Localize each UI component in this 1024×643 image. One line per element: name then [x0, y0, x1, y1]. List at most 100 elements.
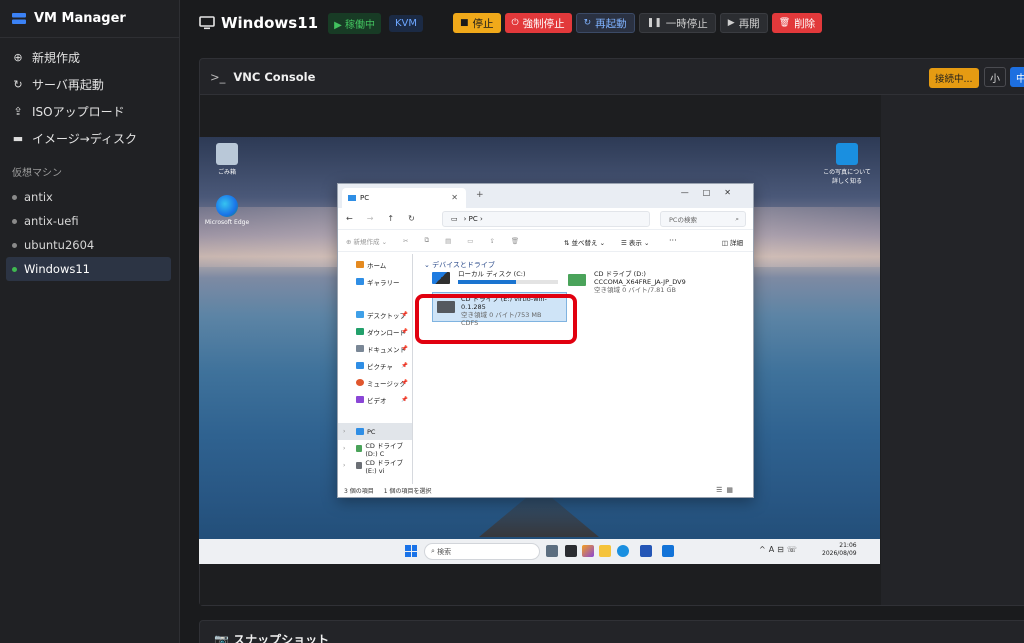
pause-icon: ❚❚ [646, 18, 662, 28]
explorer-tab-pc[interactable]: PC ✕ [342, 188, 466, 208]
desktop-icon-label: Microsoft Edge [204, 219, 250, 226]
desktop-icon-recycle-bin[interactable]: ごみ箱 [204, 143, 250, 176]
new-item-button[interactable]: ⊕ 新規作成 ⌄ [346, 236, 387, 246]
store-icon[interactable] [640, 545, 652, 557]
back-arrow-icon[interactable]: ← [346, 214, 353, 223]
nav-item-gallery[interactable]: ギャラリー [338, 273, 412, 290]
details-button[interactable]: ◫ 詳細 [722, 237, 743, 247]
drive-c-name: ローカル ディスク (C:) [458, 270, 526, 278]
share-icon[interactable]: ⇪ [489, 237, 494, 245]
explorer-statusbar: 3 個の項目 1 個の項目を選択 ☰▦ [338, 483, 755, 497]
address-text: PC [468, 215, 478, 223]
explorer-search-input[interactable]: PCの検索 ⌕ [660, 211, 746, 227]
connection-badge: 接続中... [929, 68, 979, 88]
vm-item-antix-uefi[interactable]: antix-uefi [6, 209, 171, 233]
clock-time: 21:06 [839, 542, 857, 549]
pause-button[interactable]: ❚❚ 一時停止 [638, 13, 716, 33]
cut-icon[interactable]: ✂ [403, 237, 408, 245]
start-button[interactable] [405, 545, 417, 557]
edge-icon[interactable] [617, 545, 629, 557]
app-title: VM Manager [34, 11, 126, 26]
window-controls[interactable]: —□✕ [681, 188, 745, 197]
vm-item-ubuntu2604[interactable]: ubuntu2604 [6, 233, 171, 257]
rename-icon[interactable]: ▭ [467, 237, 473, 245]
chevron-right-icon: › [343, 428, 346, 435]
nav-item-desktop[interactable]: デスクトップ 📌 [338, 306, 412, 323]
close-tab-icon[interactable]: ✕ [451, 193, 458, 202]
nav-label: ドキュメント [367, 345, 406, 354]
status-selected-count: 1 個の項目を選択 [383, 487, 432, 495]
reboot-button[interactable]: ↻ 再起動 [575, 13, 635, 33]
section-header[interactable]: ⌄ デバイスとドライブ [424, 260, 495, 270]
guest-desktop[interactable]: ごみ箱 Microsoft Edge この写真について詳しく知る PC ✕ + … [199, 137, 880, 564]
menu-item-iso-upload[interactable]: ⇪ ISOアップロード [0, 98, 179, 125]
taskbar-clock[interactable]: 21:06 2026/08/09 [822, 542, 857, 558]
chevron-right-icon: › [343, 462, 346, 469]
nav-item-videos[interactable]: ビデオ 📌 [338, 391, 412, 408]
outlook-icon[interactable] [662, 545, 674, 557]
resume-button[interactable]: ▶ 再開 [719, 13, 768, 33]
up-arrow-icon[interactable]: ↑ [387, 214, 394, 223]
more-options-icon[interactable]: ··· [669, 236, 677, 245]
copilot-icon[interactable] [582, 545, 594, 557]
nav-item-cd-e[interactable]: › CD ドライブ (E:) vi [338, 457, 412, 475]
nav-item-home[interactable]: ホーム [338, 256, 412, 273]
desktop-icon-edge[interactable]: Microsoft Edge [204, 195, 250, 226]
refresh-icon[interactable]: ↻ [408, 214, 415, 223]
taskbar-search[interactable]: ⌕ 検索 [424, 543, 540, 560]
app-brand: VM Manager [0, 0, 179, 38]
document-icon [356, 345, 364, 352]
sort-button[interactable]: ⇅ 並べ替え ⌄ [564, 237, 605, 247]
status-dot [12, 242, 17, 248]
vm-section-label: 仮想マシン [12, 168, 62, 179]
music-icon [356, 379, 364, 386]
new-tab-icon[interactable]: + [476, 190, 484, 200]
nav-label: ミュージック [367, 379, 406, 388]
task-view-icon[interactable] [546, 545, 558, 557]
widgets-icon[interactable] [565, 545, 577, 557]
tab-label: PC [360, 194, 370, 202]
stop-button[interactable]: ■ 停止 [452, 13, 501, 33]
nav-item-music[interactable]: ミュージック 📌 [338, 374, 412, 391]
nav-label: CD ドライブ (E:) vi [365, 458, 403, 475]
menu-item-new[interactable]: ⊕ 新規作成 [0, 44, 179, 71]
nav-item-cd-d[interactable]: › CD ドライブ (D:) C [338, 440, 412, 458]
vm-item-windows11[interactable]: Windows11 [6, 257, 171, 281]
play-icon: ▶ [727, 18, 735, 28]
system-tray[interactable]: ^A⊟☏ [759, 545, 800, 554]
delete-button[interactable]: 🗑 削除 [771, 13, 823, 33]
highlight-box [415, 294, 577, 344]
pictures-icon [356, 362, 364, 369]
menu-item-server-restart[interactable]: ↻ サーバ再起動 [0, 71, 179, 98]
view-button[interactable]: ☰ 表示 ⌄ [621, 237, 649, 247]
vm-item-antix[interactable]: antix [6, 185, 171, 209]
paste-icon[interactable]: ▤ [445, 237, 451, 245]
size-small-button[interactable]: 小 [984, 67, 1006, 87]
video-icon [356, 396, 364, 403]
desktop-icon-photo-info[interactable]: この写真について詳しく知る [821, 143, 873, 185]
copy-icon[interactable]: ⧉ [424, 236, 429, 245]
view-toggle-icons[interactable]: ☰▦ [716, 486, 737, 494]
terminal-icon: >_ [210, 69, 226, 84]
explorer-navbar: ← → ↑ ↻ ▭ › PC › PCの検索 ⌕ [338, 208, 753, 230]
nav-item-pictures[interactable]: ピクチャ 📌 [338, 357, 412, 374]
nav-item-documents[interactable]: ドキュメント 📌 [338, 340, 412, 357]
desktop-icon [356, 311, 364, 318]
wallpaper-pier [479, 497, 599, 537]
power-icon: ⏻ [511, 18, 519, 28]
delete-icon[interactable]: 🗑 [511, 237, 519, 245]
menu-item-image-to-disk[interactable]: ▬ イメージ→ディスク [0, 125, 179, 152]
force-stop-button-label: 強制停止 [522, 17, 565, 30]
delete-button-label: 削除 [794, 17, 816, 30]
force-stop-button[interactable]: ⏻ 強制停止 [504, 13, 572, 33]
nav-item-pc[interactable]: › PC [338, 423, 412, 440]
file-explorer-icon[interactable] [599, 545, 611, 557]
nav-item-downloads[interactable]: ダウンロード 📌 [338, 323, 412, 340]
details-label: 詳細 [730, 239, 743, 247]
drive-c-usage-bar [458, 280, 558, 284]
address-bar[interactable]: ▭ › PC › [442, 211, 650, 227]
size-medium-button[interactable]: 中 [1010, 67, 1024, 87]
pin-icon: 📌 [401, 311, 408, 318]
vm-title: Windows11 [221, 14, 319, 32]
forward-arrow-icon[interactable]: → [367, 214, 374, 223]
